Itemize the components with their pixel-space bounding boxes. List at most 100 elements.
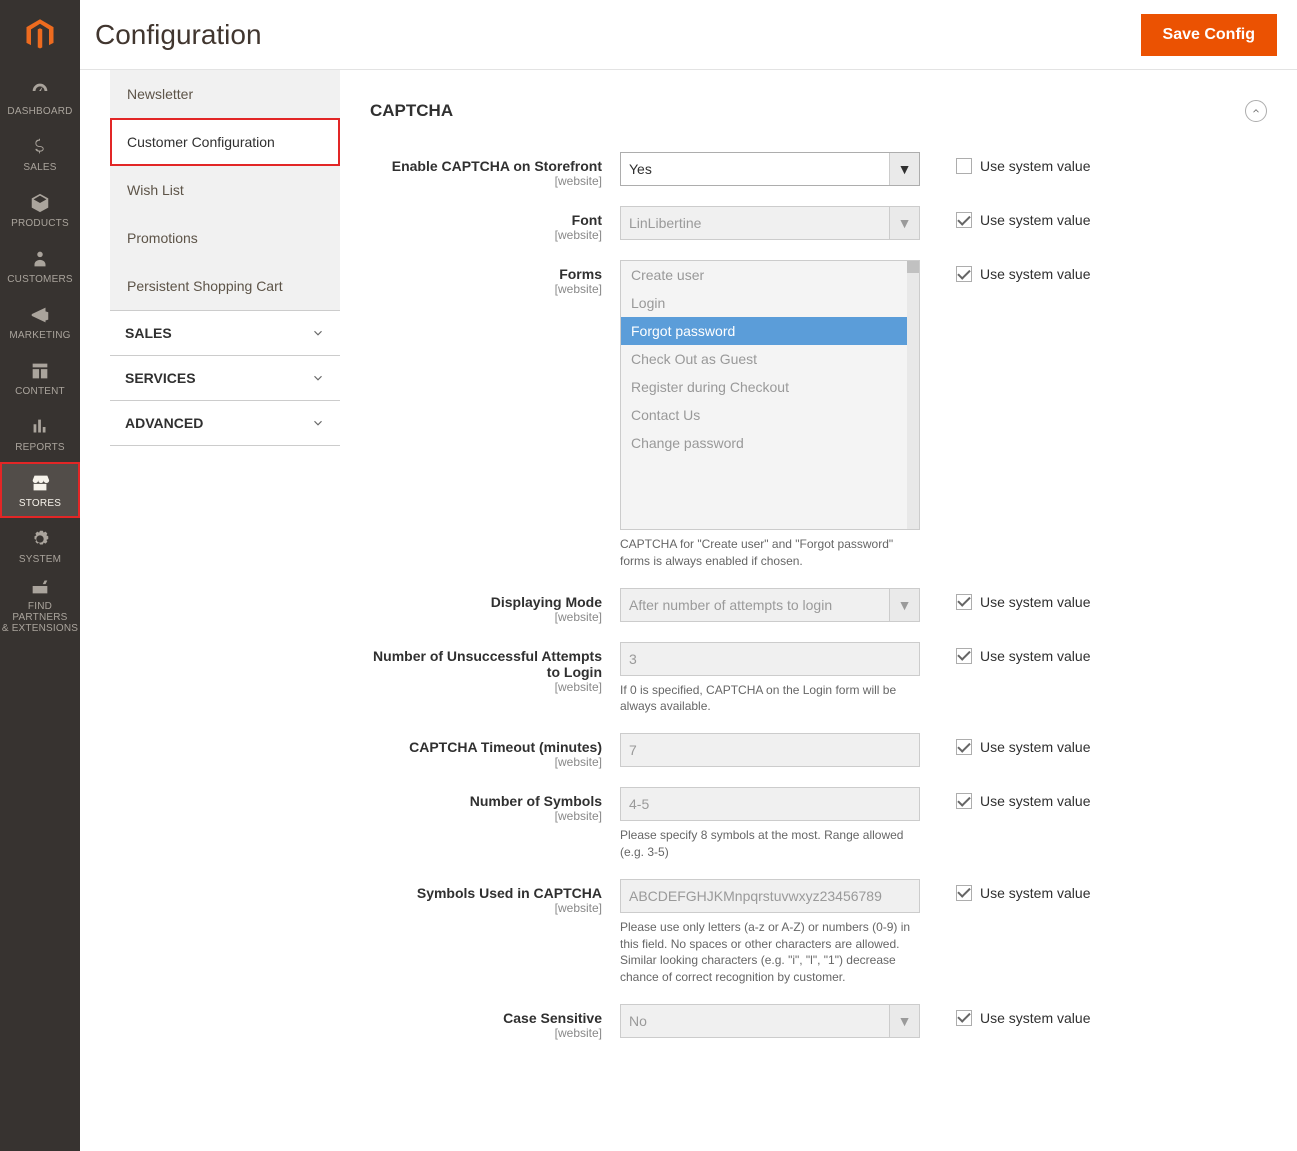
magento-logo <box>0 0 80 70</box>
sidebar-section-advanced[interactable]: ADVANCED <box>110 400 340 446</box>
enable-captcha-select[interactable]: Yes ▼ <box>620 152 920 186</box>
field-scope: [website] <box>370 228 602 242</box>
field-scope: [website] <box>370 755 602 769</box>
field-label: CAPTCHA Timeout (minutes) <box>409 739 602 755</box>
field-timeout: CAPTCHA Timeout (minutes) [website] 7 Us… <box>370 733 1267 769</box>
nav-label: CUSTOMERS <box>7 274 73 285</box>
dropdown-arrow-icon: ▼ <box>889 153 919 185</box>
field-scope: [website] <box>370 282 602 296</box>
select-value: LinLibertine <box>629 215 701 231</box>
field-attempts: Number of Unsuccessful Attempts to Login… <box>370 642 1267 716</box>
chevron-down-icon <box>311 416 325 430</box>
section-title: CAPTCHA <box>370 101 453 121</box>
field-help: Please use only letters (a-z or A-Z) or … <box>620 919 920 986</box>
nav-content[interactable]: CONTENT <box>0 350 80 406</box>
use-system-value-checkbox[interactable] <box>956 885 972 901</box>
nav-label: SYSTEM <box>19 554 61 565</box>
nav-sales[interactable]: SALES <box>0 126 80 182</box>
nav-partners[interactable]: FIND PARTNERS & EXTENSIONS <box>0 574 80 634</box>
select-value: After number of attempts to login <box>629 597 832 613</box>
use-system-value-label: Use system value <box>980 594 1090 610</box>
scrollbar-track <box>907 261 919 529</box>
field-help: CAPTCHA for "Create user" and "Forgot pa… <box>620 536 920 570</box>
field-scope: [website] <box>370 809 602 823</box>
field-case-sensitive: Case Sensitive [website] No ▼ Use system… <box>370 1004 1267 1040</box>
sidebar-item-persistent-shopping-cart[interactable]: Persistent Shopping Cart <box>110 262 340 310</box>
dropdown-arrow-icon: ▼ <box>889 207 919 239</box>
nav-label: STORES <box>19 498 61 509</box>
use-system-value-checkbox[interactable] <box>956 793 972 809</box>
sidebar-item-promotions[interactable]: Promotions <box>110 214 340 262</box>
nav-label: CONTENT <box>15 386 65 397</box>
use-system-value-label: Use system value <box>980 1010 1090 1026</box>
use-system-value-label: Use system value <box>980 793 1090 809</box>
nav-label: PRODUCTS <box>11 218 69 229</box>
nav-stores[interactable]: STORES <box>0 462 80 518</box>
field-label: Number of Symbols <box>470 793 602 809</box>
page-header: Configuration Save Config <box>80 0 1297 70</box>
field-label: Forms <box>559 266 602 282</box>
use-system-value-label: Use system value <box>980 266 1090 282</box>
page-title: Configuration <box>95 19 262 51</box>
sidebar-section-label: ADVANCED <box>125 415 203 431</box>
use-system-value-checkbox[interactable] <box>956 158 972 174</box>
nav-label: FIND PARTNERS & EXTENSIONS <box>0 601 80 634</box>
nav-label: DASHBOARD <box>7 106 72 117</box>
dropdown-arrow-icon: ▼ <box>889 589 919 621</box>
sidebar-item-newsletter[interactable]: Newsletter <box>110 70 340 118</box>
nav-dashboard[interactable]: DASHBOARD <box>0 70 80 126</box>
forms-option: Create user <box>621 261 919 289</box>
sidebar-section-sales[interactable]: SALES <box>110 310 340 355</box>
use-system-value-checkbox[interactable] <box>956 266 972 282</box>
field-scope: [website] <box>370 680 602 694</box>
config-sidebar: Newsletter Customer Configuration Wish L… <box>80 70 340 1098</box>
field-label: Font <box>572 212 602 228</box>
input-value: 7 <box>629 742 637 758</box>
dropdown-arrow-icon: ▼ <box>889 1005 919 1037</box>
save-config-button[interactable]: Save Config <box>1141 14 1277 56</box>
sidebar-section-services[interactable]: SERVICES <box>110 355 340 400</box>
field-help: Please specify 8 symbols at the most. Ra… <box>620 827 920 861</box>
use-system-value-checkbox[interactable] <box>956 212 972 228</box>
use-system-value-label: Use system value <box>980 648 1090 664</box>
symbols-count-input: 4-5 <box>620 787 920 821</box>
timeout-input: 7 <box>620 733 920 767</box>
field-label: Symbols Used in CAPTCHA <box>417 885 602 901</box>
symbols-used-input: ABCDEFGHJKMnpqrstuvwxyz23456789 <box>620 879 920 913</box>
nav-system[interactable]: SYSTEM <box>0 518 80 574</box>
use-system-value-checkbox[interactable] <box>956 1010 972 1026</box>
attempts-input: 3 <box>620 642 920 676</box>
forms-option: Check Out as Guest <box>621 345 919 373</box>
field-symbols-used: Symbols Used in CAPTCHA [website] ABCDEF… <box>370 879 1267 986</box>
use-system-value-checkbox[interactable] <box>956 739 972 755</box>
field-font: Font [website] LinLibertine ▼ Use system… <box>370 206 1267 242</box>
nav-reports[interactable]: REPORTS <box>0 406 80 462</box>
field-scope: [website] <box>370 174 602 188</box>
case-sensitive-select: No ▼ <box>620 1004 920 1038</box>
field-forms: Forms [website] Create user Login Forgot… <box>370 260 1267 570</box>
font-select: LinLibertine ▼ <box>620 206 920 240</box>
use-system-value-checkbox[interactable] <box>956 648 972 664</box>
field-label: Enable CAPTCHA on Storefront <box>392 158 602 174</box>
nav-marketing[interactable]: MARKETING <box>0 294 80 350</box>
sidebar-item-wish-list[interactable]: Wish List <box>110 166 340 214</box>
input-value: ABCDEFGHJKMnpqrstuvwxyz23456789 <box>629 888 882 904</box>
field-scope: [website] <box>370 901 602 915</box>
field-enable-captcha: Enable CAPTCHA on Storefront [website] Y… <box>370 152 1267 188</box>
sidebar-item-customer-configuration[interactable]: Customer Configuration <box>110 118 340 166</box>
displaying-mode-select: After number of attempts to login ▼ <box>620 588 920 622</box>
collapse-section-button[interactable] <box>1245 100 1267 122</box>
forms-option: Login <box>621 289 919 317</box>
field-displaying-mode: Displaying Mode [website] After number o… <box>370 588 1267 624</box>
nav-customers[interactable]: CUSTOMERS <box>0 238 80 294</box>
use-system-value-label: Use system value <box>980 885 1090 901</box>
use-system-value-label: Use system value <box>980 158 1090 174</box>
forms-option: Contact Us <box>621 401 919 429</box>
use-system-value-checkbox[interactable] <box>956 594 972 610</box>
input-value: 3 <box>629 651 637 667</box>
nav-products[interactable]: PRODUCTS <box>0 182 80 238</box>
sidebar-section-label: SERVICES <box>125 370 196 386</box>
forms-multiselect: Create user Login Forgot password Check … <box>620 260 920 530</box>
nav-label: MARKETING <box>9 330 70 341</box>
chevron-down-icon <box>311 326 325 340</box>
